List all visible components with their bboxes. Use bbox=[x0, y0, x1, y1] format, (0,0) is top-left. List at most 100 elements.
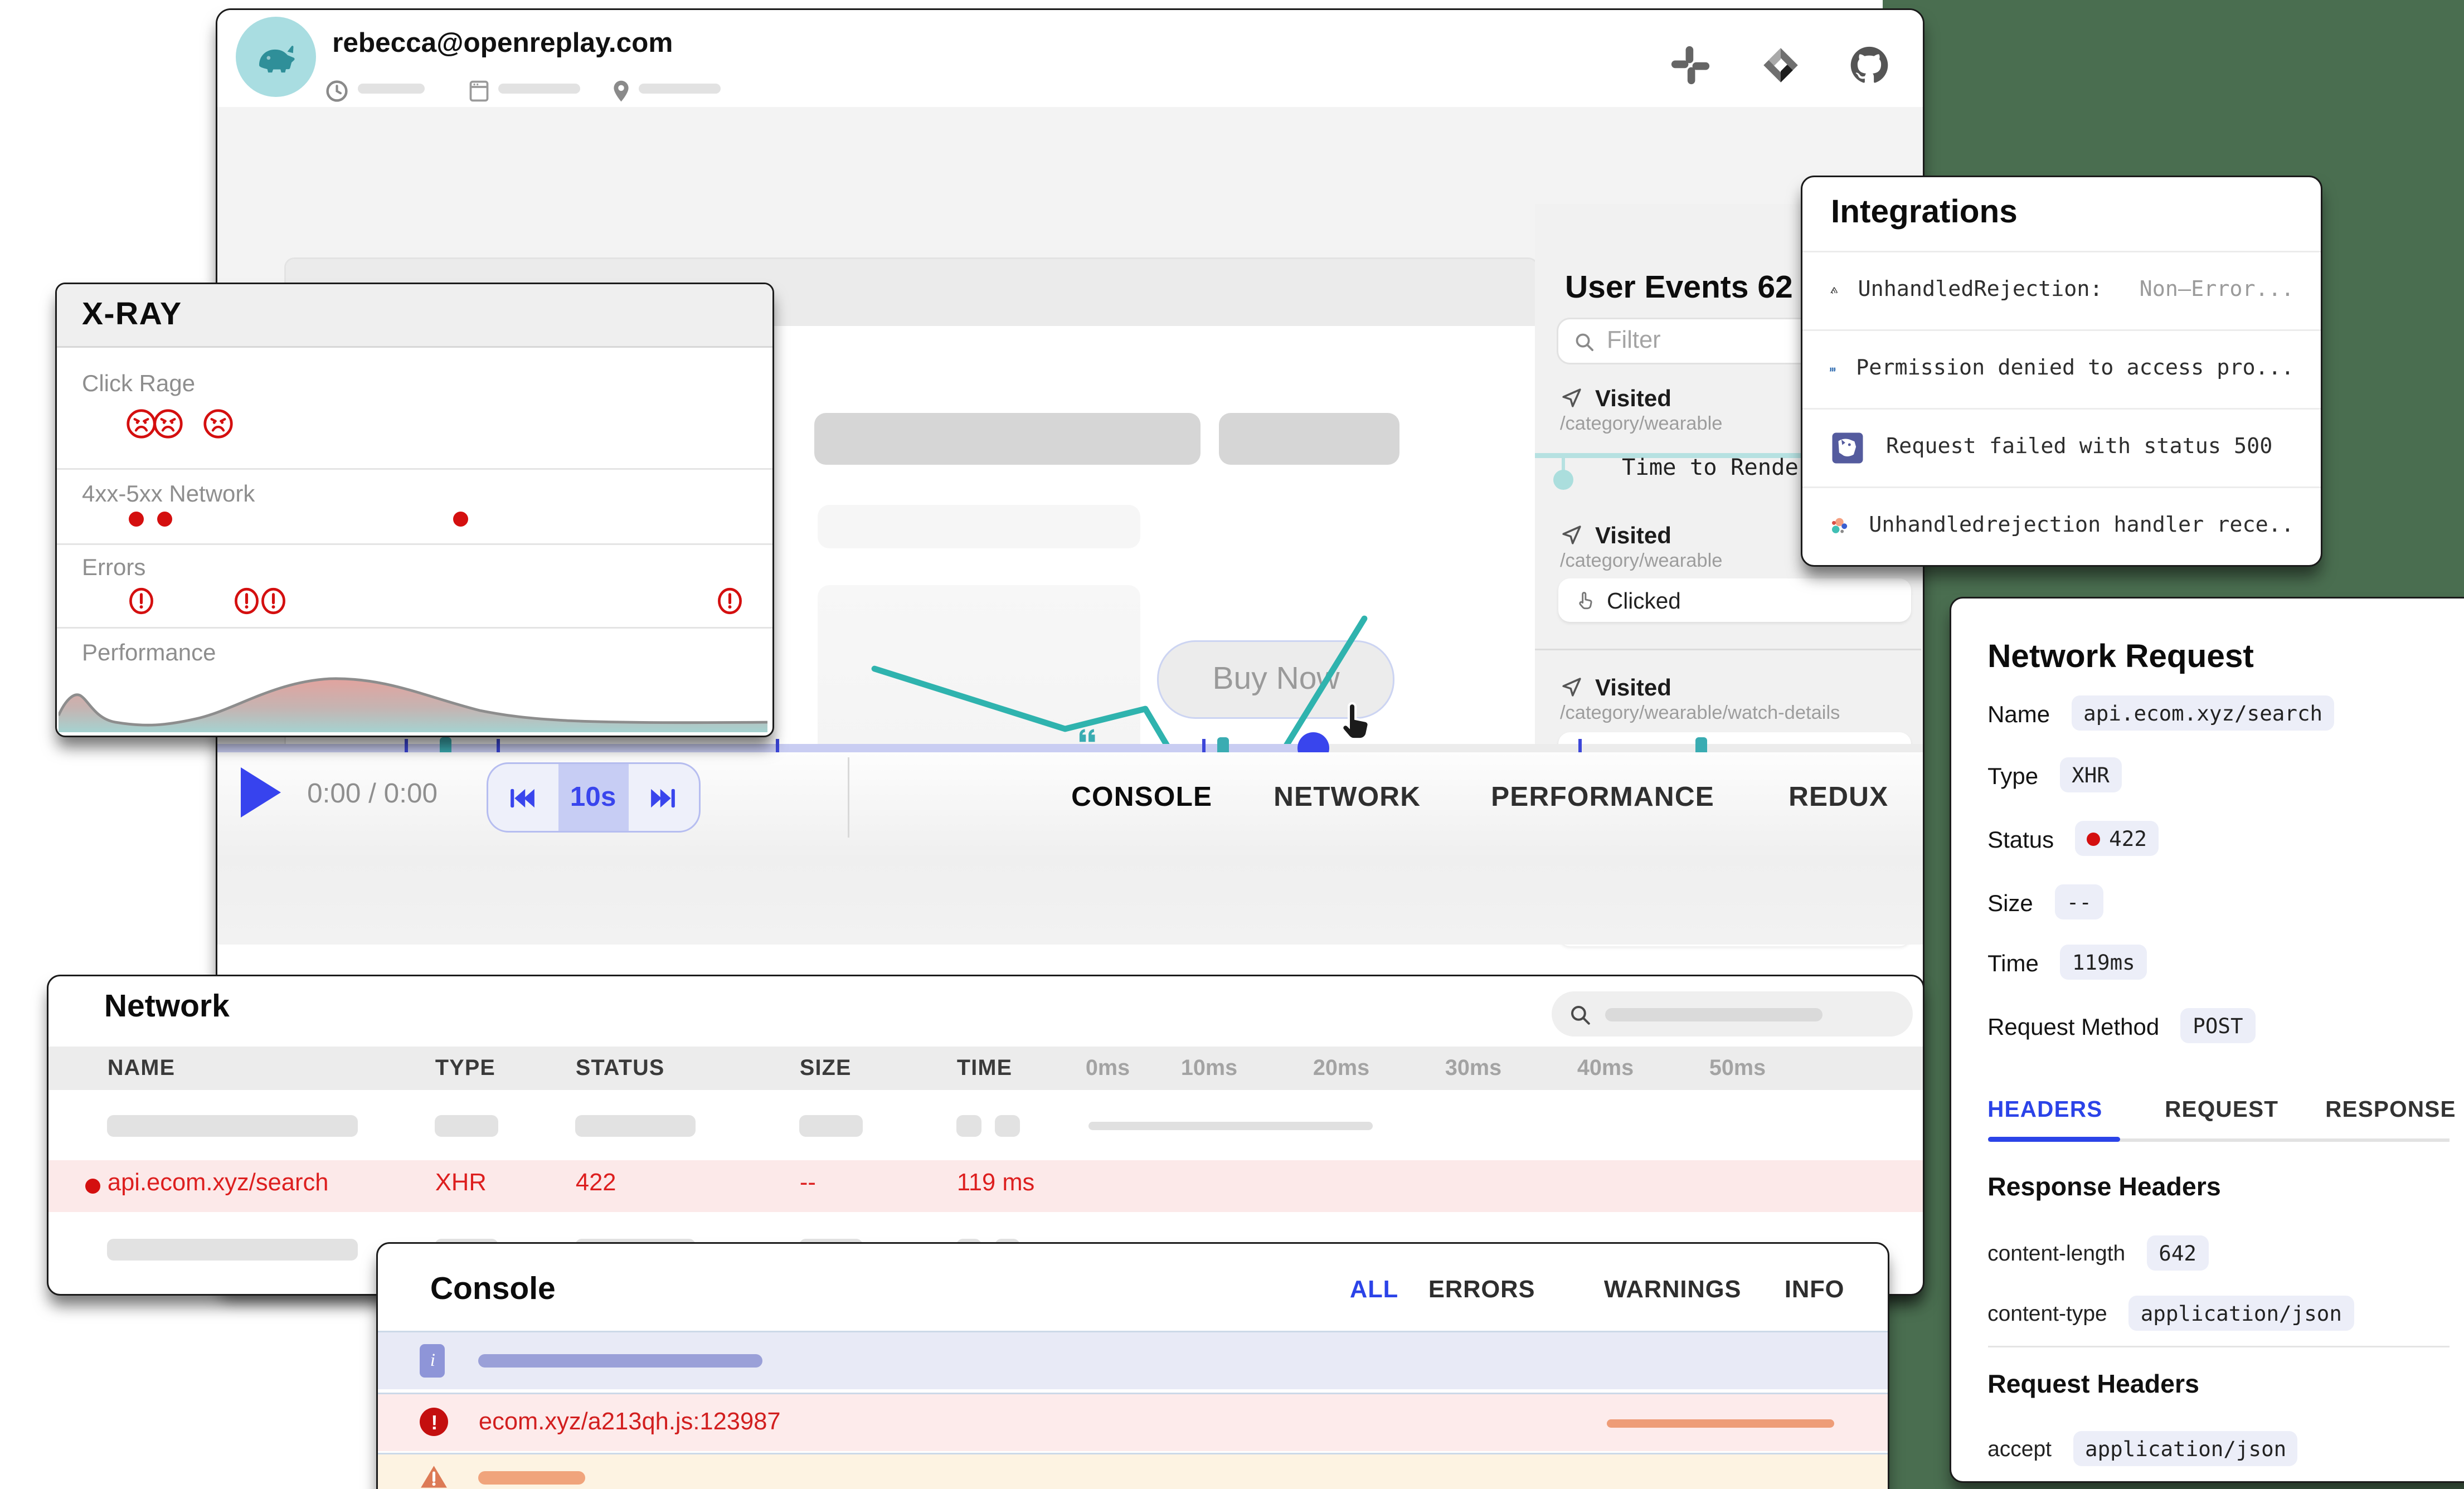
warning-icon bbox=[420, 1463, 449, 1489]
rage-face-icon[interactable] bbox=[202, 408, 234, 440]
info-icon: i bbox=[420, 1344, 445, 1378]
time-to-render-label[interactable]: Time to Render bbox=[1622, 455, 1812, 482]
network-error-dot[interactable] bbox=[157, 512, 172, 527]
console-tab-warnings[interactable]: WARNINGS bbox=[1604, 1277, 1741, 1304]
ruler-50ms: 50ms bbox=[1709, 1055, 1766, 1080]
console-warning-row[interactable] bbox=[378, 1453, 1888, 1489]
network-row-skeleton[interactable] bbox=[49, 1100, 1922, 1152]
elastic-icon bbox=[1829, 508, 1849, 544]
github-icon[interactable] bbox=[1847, 43, 1890, 86]
session-user-email: rebecca@openreplay.com bbox=[332, 28, 673, 60]
tab-performance[interactable]: PERFORMANCE bbox=[1491, 783, 1714, 815]
col-name[interactable]: NAME bbox=[108, 1055, 175, 1080]
request-headers-title: Request Headers bbox=[1987, 1371, 2199, 1401]
network-request-panel: Network Request Name api.ecom.xyz/search… bbox=[1949, 597, 2464, 1483]
title-skeleton bbox=[815, 413, 1201, 465]
network-error-dot[interactable] bbox=[453, 512, 468, 527]
console-tab-all[interactable]: ALL bbox=[1350, 1277, 1398, 1304]
ruler-30ms: 30ms bbox=[1445, 1055, 1501, 1080]
rhino-icon bbox=[250, 32, 300, 82]
jira-icon[interactable] bbox=[1758, 43, 1802, 86]
session-header: rebecca@openreplay.com bbox=[217, 9, 1922, 109]
network-error-row[interactable]: api.ecom.xyz/search XHR 422 -- 119 ms bbox=[49, 1160, 1922, 1212]
time-to-render-dot bbox=[1553, 470, 1573, 490]
event-visited[interactable]: Visited bbox=[1560, 674, 1671, 701]
tab-redux[interactable]: REDUX bbox=[1789, 783, 1888, 815]
name-value: api.ecom.xyz/search bbox=[2072, 695, 2334, 731]
clock-icon bbox=[324, 78, 349, 103]
skip-forward-button[interactable] bbox=[628, 765, 698, 831]
performance-area-chart bbox=[59, 670, 767, 732]
console-tab-errors[interactable]: ERRORS bbox=[1428, 1277, 1535, 1304]
col-type[interactable]: TYPE bbox=[435, 1055, 495, 1080]
console-info-row[interactable]: i bbox=[378, 1331, 1888, 1389]
text-skeleton bbox=[818, 505, 1141, 549]
integration-row[interactable]: UnhandledRejection:Non—Error... bbox=[1802, 250, 2321, 329]
performance-label: Performance bbox=[82, 639, 216, 665]
header-accept: accept application/json bbox=[1987, 1431, 2298, 1466]
visited-icon bbox=[1560, 676, 1583, 699]
event-clicked-card[interactable]: Clicked bbox=[1558, 579, 1911, 622]
warning-skeleton bbox=[479, 1471, 586, 1484]
console-error-text: ecom.xyz/a213qh.js:123987 bbox=[479, 1409, 781, 1436]
col-status[interactable]: STATUS bbox=[576, 1055, 665, 1080]
col-time[interactable]: TIME bbox=[957, 1055, 1012, 1080]
divider bbox=[57, 627, 772, 629]
location-pin-icon bbox=[608, 78, 633, 103]
note-marker-icon[interactable] bbox=[1076, 726, 1098, 747]
request-size: -- bbox=[800, 1170, 816, 1197]
field-method: Request Method POST bbox=[1987, 1008, 2255, 1043]
player-controls: 0:00 / 0:00 10s CONSOLE NETWORK PERFORMA… bbox=[217, 753, 1922, 945]
skip-interval[interactable]: 10s bbox=[558, 765, 628, 831]
field-name: Name api.ecom.xyz/search bbox=[1987, 695, 2334, 731]
event-visited[interactable]: Visited bbox=[1560, 522, 1671, 549]
skip-back-button[interactable] bbox=[488, 765, 558, 831]
location-skeleton bbox=[638, 84, 720, 94]
event-visited[interactable]: Visited bbox=[1560, 385, 1671, 412]
request-name: api.ecom.xyz/search bbox=[108, 1170, 329, 1197]
console-error-row[interactable]: ! ecom.xyz/a213qh.js:123987 bbox=[378, 1392, 1888, 1451]
accept-value: application/json bbox=[2073, 1431, 2298, 1466]
error-icon[interactable] bbox=[716, 585, 744, 617]
integration-row[interactable]: Request failed with status 500 bbox=[1802, 407, 2321, 486]
tab-network[interactable]: NETWORK bbox=[1274, 783, 1421, 815]
click-rage-label: Click Rage bbox=[82, 369, 195, 396]
field-type: Type XHR bbox=[1987, 757, 2121, 792]
request-type: XHR bbox=[435, 1170, 487, 1197]
datadog-icon bbox=[1829, 429, 1866, 466]
integrations-panel: Integrations UnhandledRejection:Non—Erro… bbox=[1801, 176, 2322, 567]
divider bbox=[57, 468, 772, 470]
error-icon[interactable] bbox=[127, 585, 155, 617]
field-status: Status 422 bbox=[1987, 821, 2159, 856]
network-error-dot[interactable] bbox=[129, 512, 144, 527]
event-path: /category/wearable bbox=[1560, 415, 1723, 435]
content-length-value: 642 bbox=[2147, 1235, 2208, 1271]
tab-headers[interactable]: HEADERS bbox=[1987, 1097, 2102, 1122]
play-button[interactable] bbox=[240, 768, 280, 818]
slack-icon[interactable] bbox=[1668, 43, 1712, 86]
tab-response[interactable]: RESPONSE bbox=[2325, 1097, 2456, 1122]
filter-placeholder: Filter bbox=[1607, 328, 1661, 355]
error-icon[interactable] bbox=[259, 585, 288, 617]
play-time: 0:00 / 0:00 bbox=[307, 780, 438, 811]
integrations-title: Integrations bbox=[1831, 194, 2018, 233]
tab-request[interactable]: REQUEST bbox=[2165, 1097, 2278, 1122]
replay-timeline[interactable] bbox=[217, 744, 1922, 753]
user-events-count: 62 bbox=[1757, 271, 1792, 306]
click-icon bbox=[1575, 590, 1597, 611]
error-icon[interactable] bbox=[232, 585, 261, 617]
integration-row[interactable]: Permission denied to access pro... bbox=[1802, 329, 2321, 407]
errors-label: Errors bbox=[82, 553, 145, 580]
integration-row[interactable]: Unhandledrejection handler rece.. bbox=[1802, 486, 2321, 565]
visited-icon bbox=[1560, 524, 1583, 547]
visited-icon bbox=[1560, 387, 1583, 410]
console-tab-info[interactable]: INFO bbox=[1785, 1277, 1845, 1304]
ruler-10ms: 10ms bbox=[1181, 1055, 1237, 1080]
type-value: XHR bbox=[2060, 757, 2121, 792]
col-size[interactable]: SIZE bbox=[800, 1055, 852, 1080]
xray-title: X-RAY bbox=[82, 298, 182, 334]
duration-skeleton bbox=[357, 84, 424, 94]
tab-console[interactable]: CONSOLE bbox=[1071, 783, 1212, 815]
network-search-input[interactable] bbox=[1552, 991, 1913, 1037]
rage-face-icon[interactable] bbox=[152, 408, 184, 440]
